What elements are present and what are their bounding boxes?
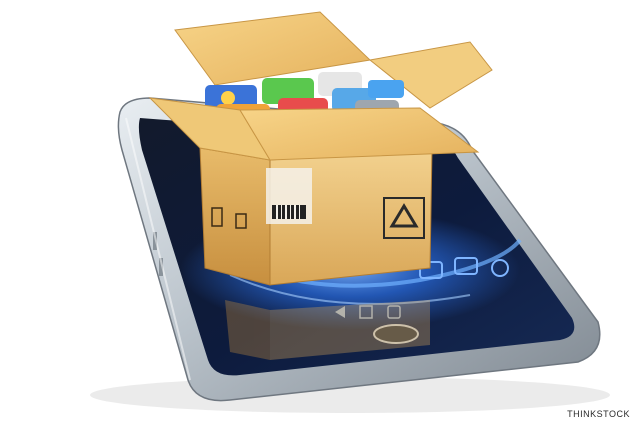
- box-front-flap: [239, 107, 480, 161]
- phone-box-illustration: [90, 11, 610, 413]
- safari-icon: [368, 80, 404, 98]
- box-right-flap: [368, 41, 493, 109]
- box-front-face: [199, 147, 271, 286]
- watermark: THINKSTOCK: [567, 409, 630, 419]
